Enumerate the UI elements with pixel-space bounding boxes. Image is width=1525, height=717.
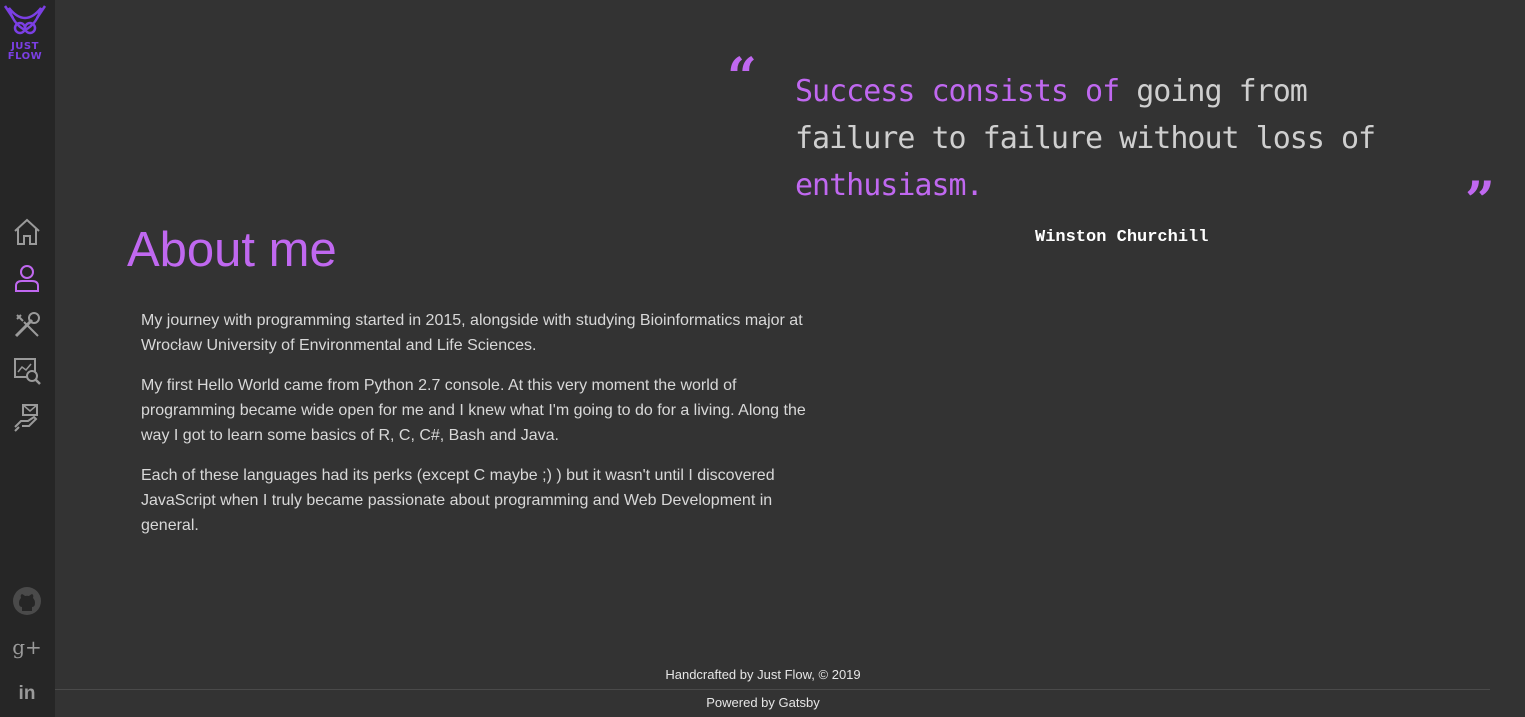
- about-paragraph-1: My journey with programming started in 2…: [141, 312, 803, 354]
- footer-powered-by: Powered by Gatsby: [706, 695, 820, 710]
- footer-credit: Handcrafted by Just Flow, © 2019: [665, 667, 861, 682]
- about-text: My journey with programming started in 2…: [141, 308, 811, 553]
- social-google-plus[interactable]: g+: [12, 632, 42, 662]
- quote-open-mark: “: [727, 47, 757, 108]
- user-icon: [15, 265, 39, 292]
- linkedin-icon: in: [18, 683, 36, 704]
- nav-home[interactable]: [12, 217, 42, 247]
- logo[interactable]: JUST FLOW: [3, 4, 47, 64]
- main-content: “ Success consists of going from failure…: [55, 0, 1525, 717]
- page-title: About me: [127, 223, 337, 277]
- home-icon: [14, 218, 40, 245]
- quote-close-mark: ”: [1465, 171, 1495, 232]
- nav-skills[interactable]: [12, 310, 42, 340]
- footer-divider: [55, 689, 1490, 690]
- nav-about[interactable]: [12, 263, 42, 293]
- about-paragraph-3: Each of these languages had its perks (e…: [141, 467, 775, 534]
- owl-logo-icon: [3, 5, 47, 35]
- sidebar: JUST FLOW g+ in: [0, 0, 55, 717]
- social-github[interactable]: [12, 586, 42, 616]
- quote-accent-end: enthusiasm.: [795, 168, 984, 203]
- social-linkedin[interactable]: in: [12, 679, 42, 709]
- quote-text: Success consists of going from failure t…: [795, 68, 1435, 209]
- logo-text-line2: FLOW: [7, 51, 43, 62]
- nav-projects[interactable]: [12, 356, 42, 386]
- github-icon: [13, 587, 41, 615]
- quote-accent-start: Success consists of: [795, 74, 1120, 109]
- nav-contact[interactable]: [12, 403, 42, 433]
- tools-icon: [14, 312, 40, 338]
- quote-author: Winston Churchill: [1035, 228, 1209, 247]
- mail-hand-icon: [14, 404, 38, 432]
- search-chart-icon: [14, 358, 41, 385]
- google-plus-icon: g+: [12, 635, 42, 659]
- about-paragraph-2: My first Hello World came from Python 2.…: [141, 377, 806, 444]
